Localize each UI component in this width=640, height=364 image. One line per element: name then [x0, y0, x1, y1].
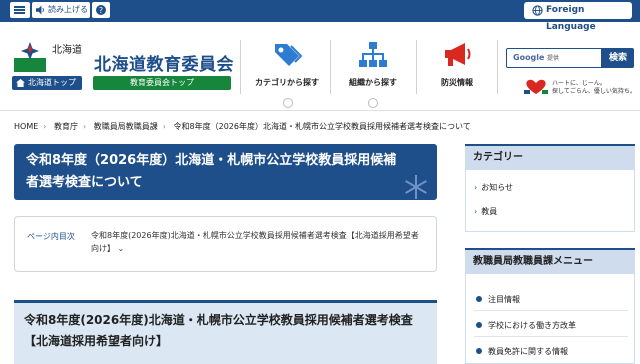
- foreign-language-label: Foreign Language: [546, 5, 596, 32]
- sidebar-category-heading: カテゴリー: [465, 144, 635, 170]
- toc-link-text: 令和8年度(2026年度)北海道・札幌市公立学校教員採用候補者選考検査【北海道採…: [91, 231, 419, 253]
- sidebar-menu-label: 学校における働き方改革: [488, 321, 576, 330]
- sidebar-menu-heading: 教職員局教職員課メニュー: [465, 248, 635, 274]
- nav-divider: [240, 40, 241, 94]
- bullet-icon: [476, 348, 482, 354]
- hokkaido-emblem-icon[interactable]: [12, 40, 48, 74]
- sidebar-item-teachers[interactable]: › 教員: [474, 206, 497, 217]
- home-icon: [16, 79, 25, 87]
- chevron-down-icon: [368, 98, 378, 108]
- sidebar-menu-item-featured[interactable]: 注目情報: [476, 294, 520, 305]
- search-button[interactable]: 検索: [602, 48, 634, 68]
- sidebar-item-label: お知らせ: [481, 183, 514, 192]
- read-aloud-label: 読み上げる: [48, 5, 88, 14]
- heart-campaign-text: ハートに、じーん。 探してごらん、優しい気持ち。: [552, 80, 636, 96]
- sidebar-menu-item-license[interactable]: 教員免許に関する情報: [476, 346, 568, 357]
- help-button[interactable]: ?: [92, 2, 110, 18]
- page-toc: ページ内目次 令和8年度(2026年度)北海道・札幌市公立学校教員採用候補者選考…: [14, 216, 437, 272]
- svg-text:?: ?: [99, 6, 103, 15]
- chevron-right-icon: ›: [474, 207, 478, 216]
- sidebar-item-news[interactable]: › お知らせ: [474, 182, 513, 193]
- chevron-right-icon: ›: [474, 183, 478, 192]
- page-title: 令和8年度（2026年度）北海道・札幌市公立学校教員採用候補者選考検査について: [26, 153, 397, 190]
- menu-divider: [474, 336, 628, 337]
- nav-organization-label: 組織から探す: [349, 78, 397, 87]
- header-divider: [0, 110, 640, 111]
- org-chart-icon: [359, 42, 387, 67]
- bullet-icon: [476, 296, 482, 302]
- help-icon: ?: [96, 5, 106, 15]
- nav-disaster-label: 防災情報: [441, 78, 473, 87]
- heart-campaign-logo-icon[interactable]: [522, 78, 550, 96]
- site-title[interactable]: 北海道教育委員会: [94, 50, 234, 75]
- sidebar-menu-label: 教員免許に関する情報: [488, 347, 568, 356]
- heart-text-line2: 探してごらん、優しい気持ち。: [552, 88, 636, 95]
- board-top-link[interactable]: 教育委員会トップ: [93, 76, 231, 90]
- tag-icon: [275, 44, 303, 66]
- prefecture-top-label: 北海道トップ: [28, 78, 76, 87]
- speaker-icon: [36, 5, 44, 15]
- read-aloud-button[interactable]: 読み上げる: [32, 2, 90, 18]
- nav-category-label: カテゴリから探す: [255, 78, 319, 87]
- google-label: Google: [513, 53, 545, 62]
- nav-disaster-info[interactable]: 防災情報: [418, 36, 496, 100]
- snowflake-icon: [405, 175, 427, 199]
- menu-divider: [474, 310, 628, 311]
- toc-link[interactable]: 令和8年度(2026年度)北海道・札幌市公立学校教員採用候補者選考検査【北海道採…: [91, 229, 423, 255]
- chevron-down-icon: ⌄: [117, 244, 125, 253]
- nav-category[interactable]: カテゴリから探す: [248, 36, 326, 100]
- section-heading: 令和8年度(2026年度)北海道・札幌市公立学校教員採用候補者選考検査【北海道採…: [24, 313, 413, 348]
- foreign-language-button[interactable]: Foreign Language: [524, 2, 632, 32]
- globe-icon: [532, 5, 543, 16]
- google-suffix: 提供: [547, 55, 560, 62]
- breadcrumb: HOME › 教育庁 › 教職員局教職員課 › 令和8年度（2026年度）北海道・札幌…: [14, 122, 471, 131]
- nav-organization[interactable]: 組織から探す: [334, 36, 412, 100]
- prefecture-top-link[interactable]: 北海道トップ: [12, 76, 82, 90]
- chevron-down-icon: [283, 98, 293, 108]
- prefecture-name: 北海道: [52, 45, 82, 56]
- search-input[interactable]: Google 提供: [506, 48, 602, 68]
- sidebar-menu-item-work-reform[interactable]: 学校における働き方改革: [476, 320, 576, 331]
- breadcrumb-home[interactable]: HOME: [14, 122, 38, 131]
- sidebar-item-label: 教員: [481, 207, 498, 216]
- breadcrumb-item[interactable]: 教職員局教職員課: [94, 122, 158, 131]
- nav-divider: [416, 40, 417, 94]
- top-utility-bar: 読み上げる ? Foreign Language: [0, 0, 640, 32]
- nav-divider: [497, 40, 498, 94]
- nav-divider: [330, 40, 331, 94]
- breadcrumb-current: 令和8年度（2026年度）北海道・札幌市公立学校教員採用候補者選考検査について: [173, 122, 471, 131]
- heart-text-line1: ハートに、じーん。: [552, 80, 606, 87]
- bullet-icon: [476, 322, 482, 328]
- megaphone-icon: [445, 43, 471, 66]
- page-title-box: 令和8年度（2026年度）北海道・札幌市公立学校教員採用候補者選考検査について: [14, 144, 437, 200]
- menu-button[interactable]: [10, 2, 30, 18]
- sidebar-category-list: › お知らせ › 教員: [465, 170, 635, 232]
- toc-label: ページ内目次: [27, 232, 75, 241]
- sidebar-menu-label: 注目情報: [488, 295, 520, 304]
- section-heading-box: 令和8年度(2026年度)北海道・札幌市公立学校教員採用候補者選考検査【北海道採…: [14, 300, 437, 364]
- breadcrumb-item[interactable]: 教育庁: [54, 122, 78, 131]
